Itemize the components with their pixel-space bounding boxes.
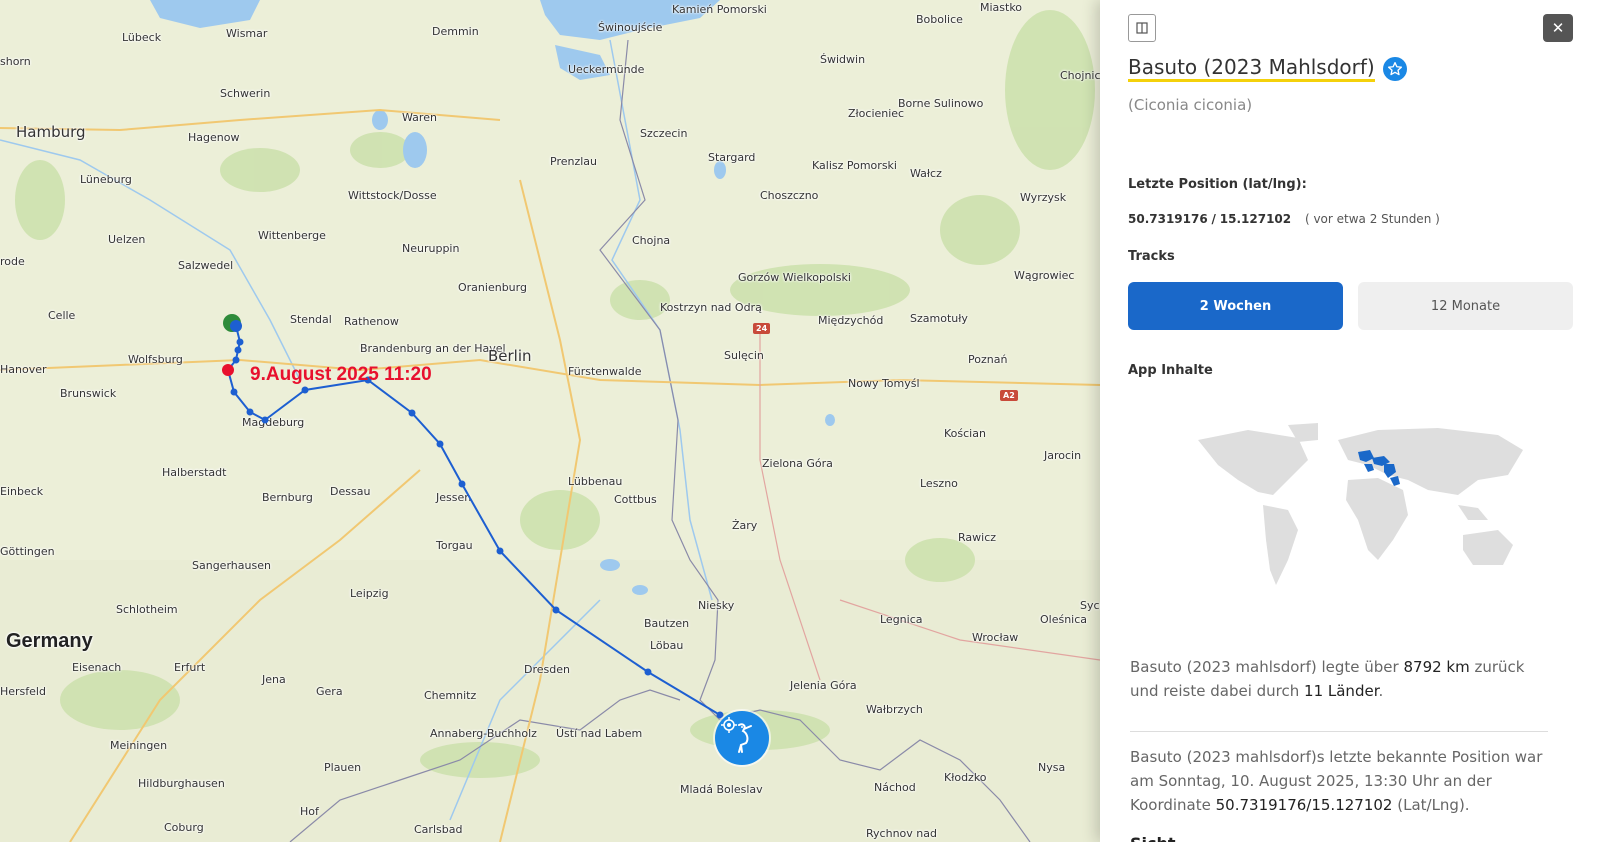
coord-separator: /: [1211, 212, 1216, 226]
panel-icon: [1136, 22, 1148, 34]
latitude: 50.7319176: [1128, 212, 1208, 226]
track-point[interactable]: [458, 480, 466, 488]
tracks-label: Tracks: [1128, 249, 1175, 264]
track-layer: [222, 314, 724, 719]
track-point[interactable]: [436, 440, 444, 448]
panel-toggle-button[interactable]: [1128, 14, 1156, 42]
country-count: 11 Länder: [1304, 682, 1379, 700]
summary-text: (Lat/Lng).: [1392, 796, 1470, 814]
track-date-marker: [222, 364, 234, 376]
app-content-label: App Inhalte: [1128, 363, 1213, 378]
tab-2-wochen[interactable]: 2 Wochen: [1128, 282, 1343, 330]
track-point[interactable]: [234, 346, 242, 354]
species-name: (Ciconia ciconia): [1128, 96, 1253, 114]
track-point[interactable]: [644, 668, 652, 676]
close-icon: ✕: [1551, 19, 1565, 37]
last-position-age: ( vor etwa 2 Stunden ): [1304, 212, 1440, 226]
section-heading: Sicht: [1130, 834, 1176, 842]
track-point[interactable]: [246, 408, 254, 416]
app: Lübeck Wismar Demmin Świnoujście Kamień Pomo…: [0, 0, 1599, 842]
tab-12-monate[interactable]: 12 Monate: [1358, 282, 1573, 330]
track-point[interactable]: [230, 388, 238, 396]
track-point[interactable]: [301, 386, 309, 394]
longitude: 15.127102: [1219, 212, 1292, 226]
divider: [1130, 731, 1548, 732]
track-point[interactable]: [232, 356, 240, 364]
track-date-label: 9.August 2025 11:20: [250, 364, 432, 385]
track-point[interactable]: [552, 606, 560, 614]
distance-km: 8792 km: [1403, 658, 1470, 676]
bird-name: Basuto (2023 Mahlsdorf): [1128, 55, 1375, 82]
world-map-visited-countries: [1198, 423, 1523, 585]
last-position-value: 50.7319176 / 15.127102 ( vor etwa 2 Stun…: [1128, 212, 1440, 226]
track-point[interactable]: [236, 338, 244, 346]
favorite-star-icon[interactable]: [1382, 56, 1407, 81]
summary-text: .: [1378, 682, 1384, 700]
track-point[interactable]: [408, 409, 416, 417]
last-coordinate: 50.7319176/15.127102: [1215, 796, 1393, 814]
track-point[interactable]: [261, 416, 269, 424]
locate-icon[interactable]: [721, 717, 737, 733]
last-position-label: Letzte Position (lat/lng):: [1128, 177, 1307, 192]
map-view[interactable]: Lübeck Wismar Demmin Świnoujście Kamień Pomo…: [0, 0, 1100, 842]
last-position-summary: Basuto (2023 mahlsdorf)s letzte bekannte…: [1130, 745, 1550, 817]
bird-detail-panel: ✕ Basuto (2023 Mahlsdorf) (Ciconia cicon…: [1100, 0, 1599, 842]
track-start-point: [230, 320, 242, 332]
travel-summary: Basuto (2023 mahlsdorf) legte über 8792 …: [1130, 655, 1550, 703]
bird-title-row: Basuto (2023 Mahlsdorf): [1128, 55, 1407, 82]
summary-text: Basuto (2023 mahlsdorf) legte über: [1130, 658, 1404, 676]
track-point[interactable]: [496, 547, 504, 555]
close-button[interactable]: ✕: [1543, 14, 1573, 42]
